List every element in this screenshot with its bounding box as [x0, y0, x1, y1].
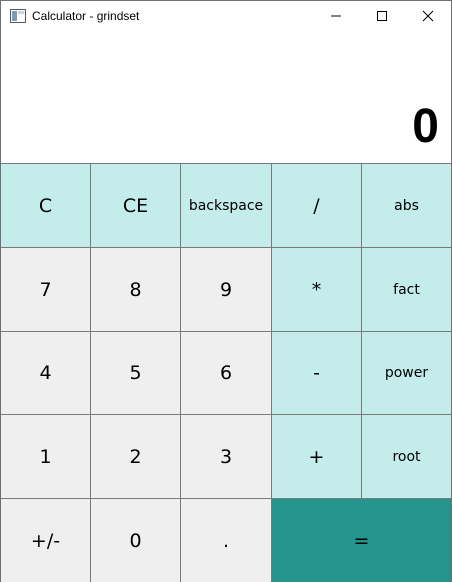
- window-app-icon: [10, 9, 26, 23]
- display-value: 0: [412, 100, 439, 153]
- maximize-icon: [377, 11, 387, 21]
- add-button[interactable]: +: [272, 415, 362, 499]
- digit-1-button[interactable]: 1: [1, 415, 91, 499]
- minimize-icon: [331, 15, 341, 17]
- close-icon: [422, 10, 434, 22]
- digit-9-button[interactable]: 9: [181, 248, 272, 332]
- root-button[interactable]: root: [362, 415, 451, 499]
- digit-3-button[interactable]: 3: [181, 415, 272, 499]
- digit-8-button[interactable]: 8: [91, 248, 181, 332]
- digit-5-button[interactable]: 5: [91, 332, 181, 415]
- clear-button[interactable]: C: [1, 164, 91, 248]
- maximize-button[interactable]: [359, 1, 405, 31]
- minimize-button[interactable]: [313, 1, 359, 31]
- window-controls: [313, 1, 451, 31]
- digit-2-button[interactable]: 2: [91, 415, 181, 499]
- clear-entry-button[interactable]: CE: [91, 164, 181, 248]
- divide-button[interactable]: /: [272, 164, 362, 248]
- power-button[interactable]: power: [362, 332, 451, 415]
- subtract-button[interactable]: -: [272, 332, 362, 415]
- digit-7-button[interactable]: 7: [1, 248, 91, 332]
- decimal-button[interactable]: .: [181, 499, 272, 582]
- abs-button[interactable]: abs: [362, 164, 451, 248]
- digit-4-button[interactable]: 4: [1, 332, 91, 415]
- calculator-window: Calculator - grindset 0 C CE backspace /…: [0, 0, 452, 582]
- multiply-button[interactable]: *: [272, 248, 362, 332]
- factorial-button[interactable]: fact: [362, 248, 451, 332]
- keypad: C CE backspace / abs 7 8 9 * fact 4 5 6 …: [1, 163, 451, 582]
- digit-6-button[interactable]: 6: [181, 332, 272, 415]
- close-button[interactable]: [405, 1, 451, 31]
- negate-button[interactable]: +/-: [1, 499, 91, 582]
- backspace-button[interactable]: backspace: [181, 164, 272, 248]
- display-panel: 0: [1, 31, 451, 163]
- digit-0-button[interactable]: 0: [91, 499, 181, 582]
- equals-button[interactable]: =: [272, 499, 451, 582]
- window-title: Calculator - grindset: [32, 9, 140, 23]
- title-bar[interactable]: Calculator - grindset: [1, 1, 451, 31]
